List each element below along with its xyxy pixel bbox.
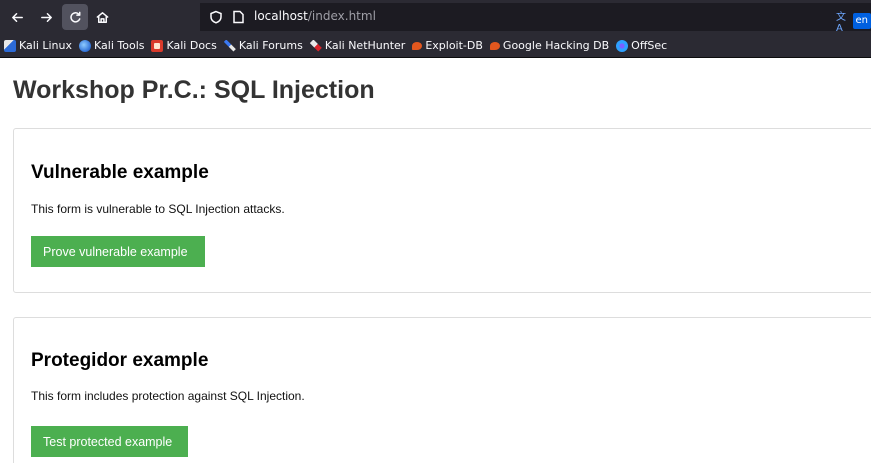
tracking-protection-icon[interactable] xyxy=(209,10,223,24)
reload-button[interactable] xyxy=(62,4,88,30)
translate-icon: 文A xyxy=(836,12,846,34)
bookmark-label: Kali NetHunter xyxy=(324,39,406,52)
home-icon xyxy=(96,11,108,23)
page-info-icon[interactable] xyxy=(232,10,245,24)
ghdb-icon xyxy=(489,41,500,50)
kali-linux-icon xyxy=(4,39,16,52)
reload-icon xyxy=(69,11,80,23)
kali-nethunter-icon xyxy=(309,39,322,52)
url-text[interactable]: localhost/index.html xyxy=(254,9,376,23)
bookmark-label: Kali Docs xyxy=(166,39,217,52)
bookmark-offsec[interactable]: OffSec xyxy=(616,39,667,52)
forward-icon xyxy=(40,12,52,22)
back-icon xyxy=(11,12,23,22)
prove-vulnerable-button[interactable]: Prove vulnerable example xyxy=(31,236,205,267)
bookmark-label: Kali Tools xyxy=(94,39,145,52)
exploit-db-icon xyxy=(412,41,423,50)
test-protected-button[interactable]: Test protected example xyxy=(31,426,188,457)
bookmark-kali-forums[interactable]: Kali Forums xyxy=(223,39,303,52)
vulnerable-example-heading: Vulnerable example xyxy=(31,162,209,183)
language-badge: en xyxy=(852,13,871,29)
bookmark-label: Google Hacking DB xyxy=(502,39,610,52)
url-bar[interactable]: localhost/index.html 文A en xyxy=(200,3,871,34)
bookmark-label: Kali Forums xyxy=(238,39,303,52)
offsec-icon xyxy=(616,39,629,52)
home-button[interactable] xyxy=(91,6,113,28)
bookmark-google-hacking-db[interactable]: Google Hacking DB xyxy=(489,39,610,52)
protected-example-description: This form includes protection against SQ… xyxy=(31,389,305,403)
bookmark-kali-linux[interactable]: Kali Linux xyxy=(4,39,72,52)
protected-example-card: Protegidor example This form includes pr… xyxy=(13,317,871,463)
bookmark-label: OffSec xyxy=(631,39,668,52)
kali-docs-icon xyxy=(151,39,164,52)
bookmark-kali-docs[interactable]: Kali Docs xyxy=(151,39,217,52)
kali-forums-icon xyxy=(223,39,236,52)
bookmark-exploit-db[interactable]: Exploit-DB xyxy=(412,39,483,52)
kali-tools-icon xyxy=(79,39,92,52)
url-host: localhost xyxy=(254,9,308,23)
bookmark-label: Kali Linux xyxy=(19,39,73,52)
bookmark-kali-nethunter[interactable]: Kali NetHunter xyxy=(309,39,406,52)
bookmarks-toolbar: Kali Linux Kali Tools Kali Docs Kali For… xyxy=(0,34,871,58)
forward-button[interactable] xyxy=(35,6,57,28)
back-button[interactable] xyxy=(6,6,28,28)
bookmark-kali-tools[interactable]: Kali Tools xyxy=(79,39,144,52)
protected-example-heading: Protegidor example xyxy=(31,350,209,371)
bookmark-label: Exploit-DB xyxy=(425,39,483,52)
browser-toolbar: localhost/index.html 文A en xyxy=(0,0,871,34)
translate-button[interactable]: 文A en xyxy=(836,8,871,34)
page-title: Workshop Pr.C.: SQL Injection xyxy=(13,76,375,104)
vulnerable-example-description: This form is vulnerable to SQL Injection… xyxy=(31,202,285,216)
url-path: /index.html xyxy=(307,9,376,23)
vulnerable-example-card: Vulnerable example This form is vulnerab… xyxy=(13,128,871,293)
